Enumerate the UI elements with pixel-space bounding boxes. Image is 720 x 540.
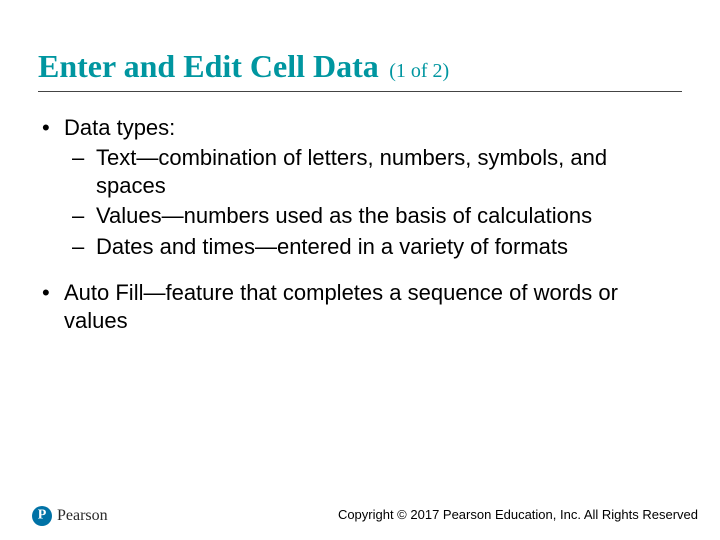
list-item: Auto Fill—feature that completes a seque… (42, 279, 682, 335)
slide-title: Enter and Edit Cell Data (38, 48, 379, 84)
brand-name: Pearson (57, 507, 108, 525)
slide-title-suffix: (1 of 2) (389, 60, 449, 82)
title-wrap: Enter and Edit Cell Data (1 of 2) (38, 48, 682, 92)
bullet-text: Data types: (64, 115, 175, 140)
bullet-list: Data types: Text—combination of letters,… (42, 114, 682, 335)
copyright-text: Copyright © 2017 Pearson Education, Inc.… (338, 507, 698, 522)
pearson-logo-icon (32, 506, 52, 526)
list-item: Text—combination of letters, numbers, sy… (72, 144, 682, 200)
sub-bullet-text: Values—numbers used as the basis of calc… (96, 203, 592, 228)
brand: Pearson (32, 506, 108, 526)
sub-list: Text—combination of letters, numbers, sy… (72, 144, 682, 261)
slide: Enter and Edit Cell Data (1 of 2) Data t… (0, 0, 720, 540)
list-item: Dates and times—entered in a variety of … (72, 233, 682, 261)
bullet-text: Auto Fill—feature that completes a seque… (64, 280, 618, 333)
sub-bullet-text: Text—combination of letters, numbers, sy… (96, 145, 607, 198)
list-item: Values—numbers used as the basis of calc… (72, 202, 682, 230)
list-item: Data types: Text—combination of letters,… (42, 114, 682, 261)
sub-bullet-text: Dates and times—entered in a variety of … (96, 234, 568, 259)
